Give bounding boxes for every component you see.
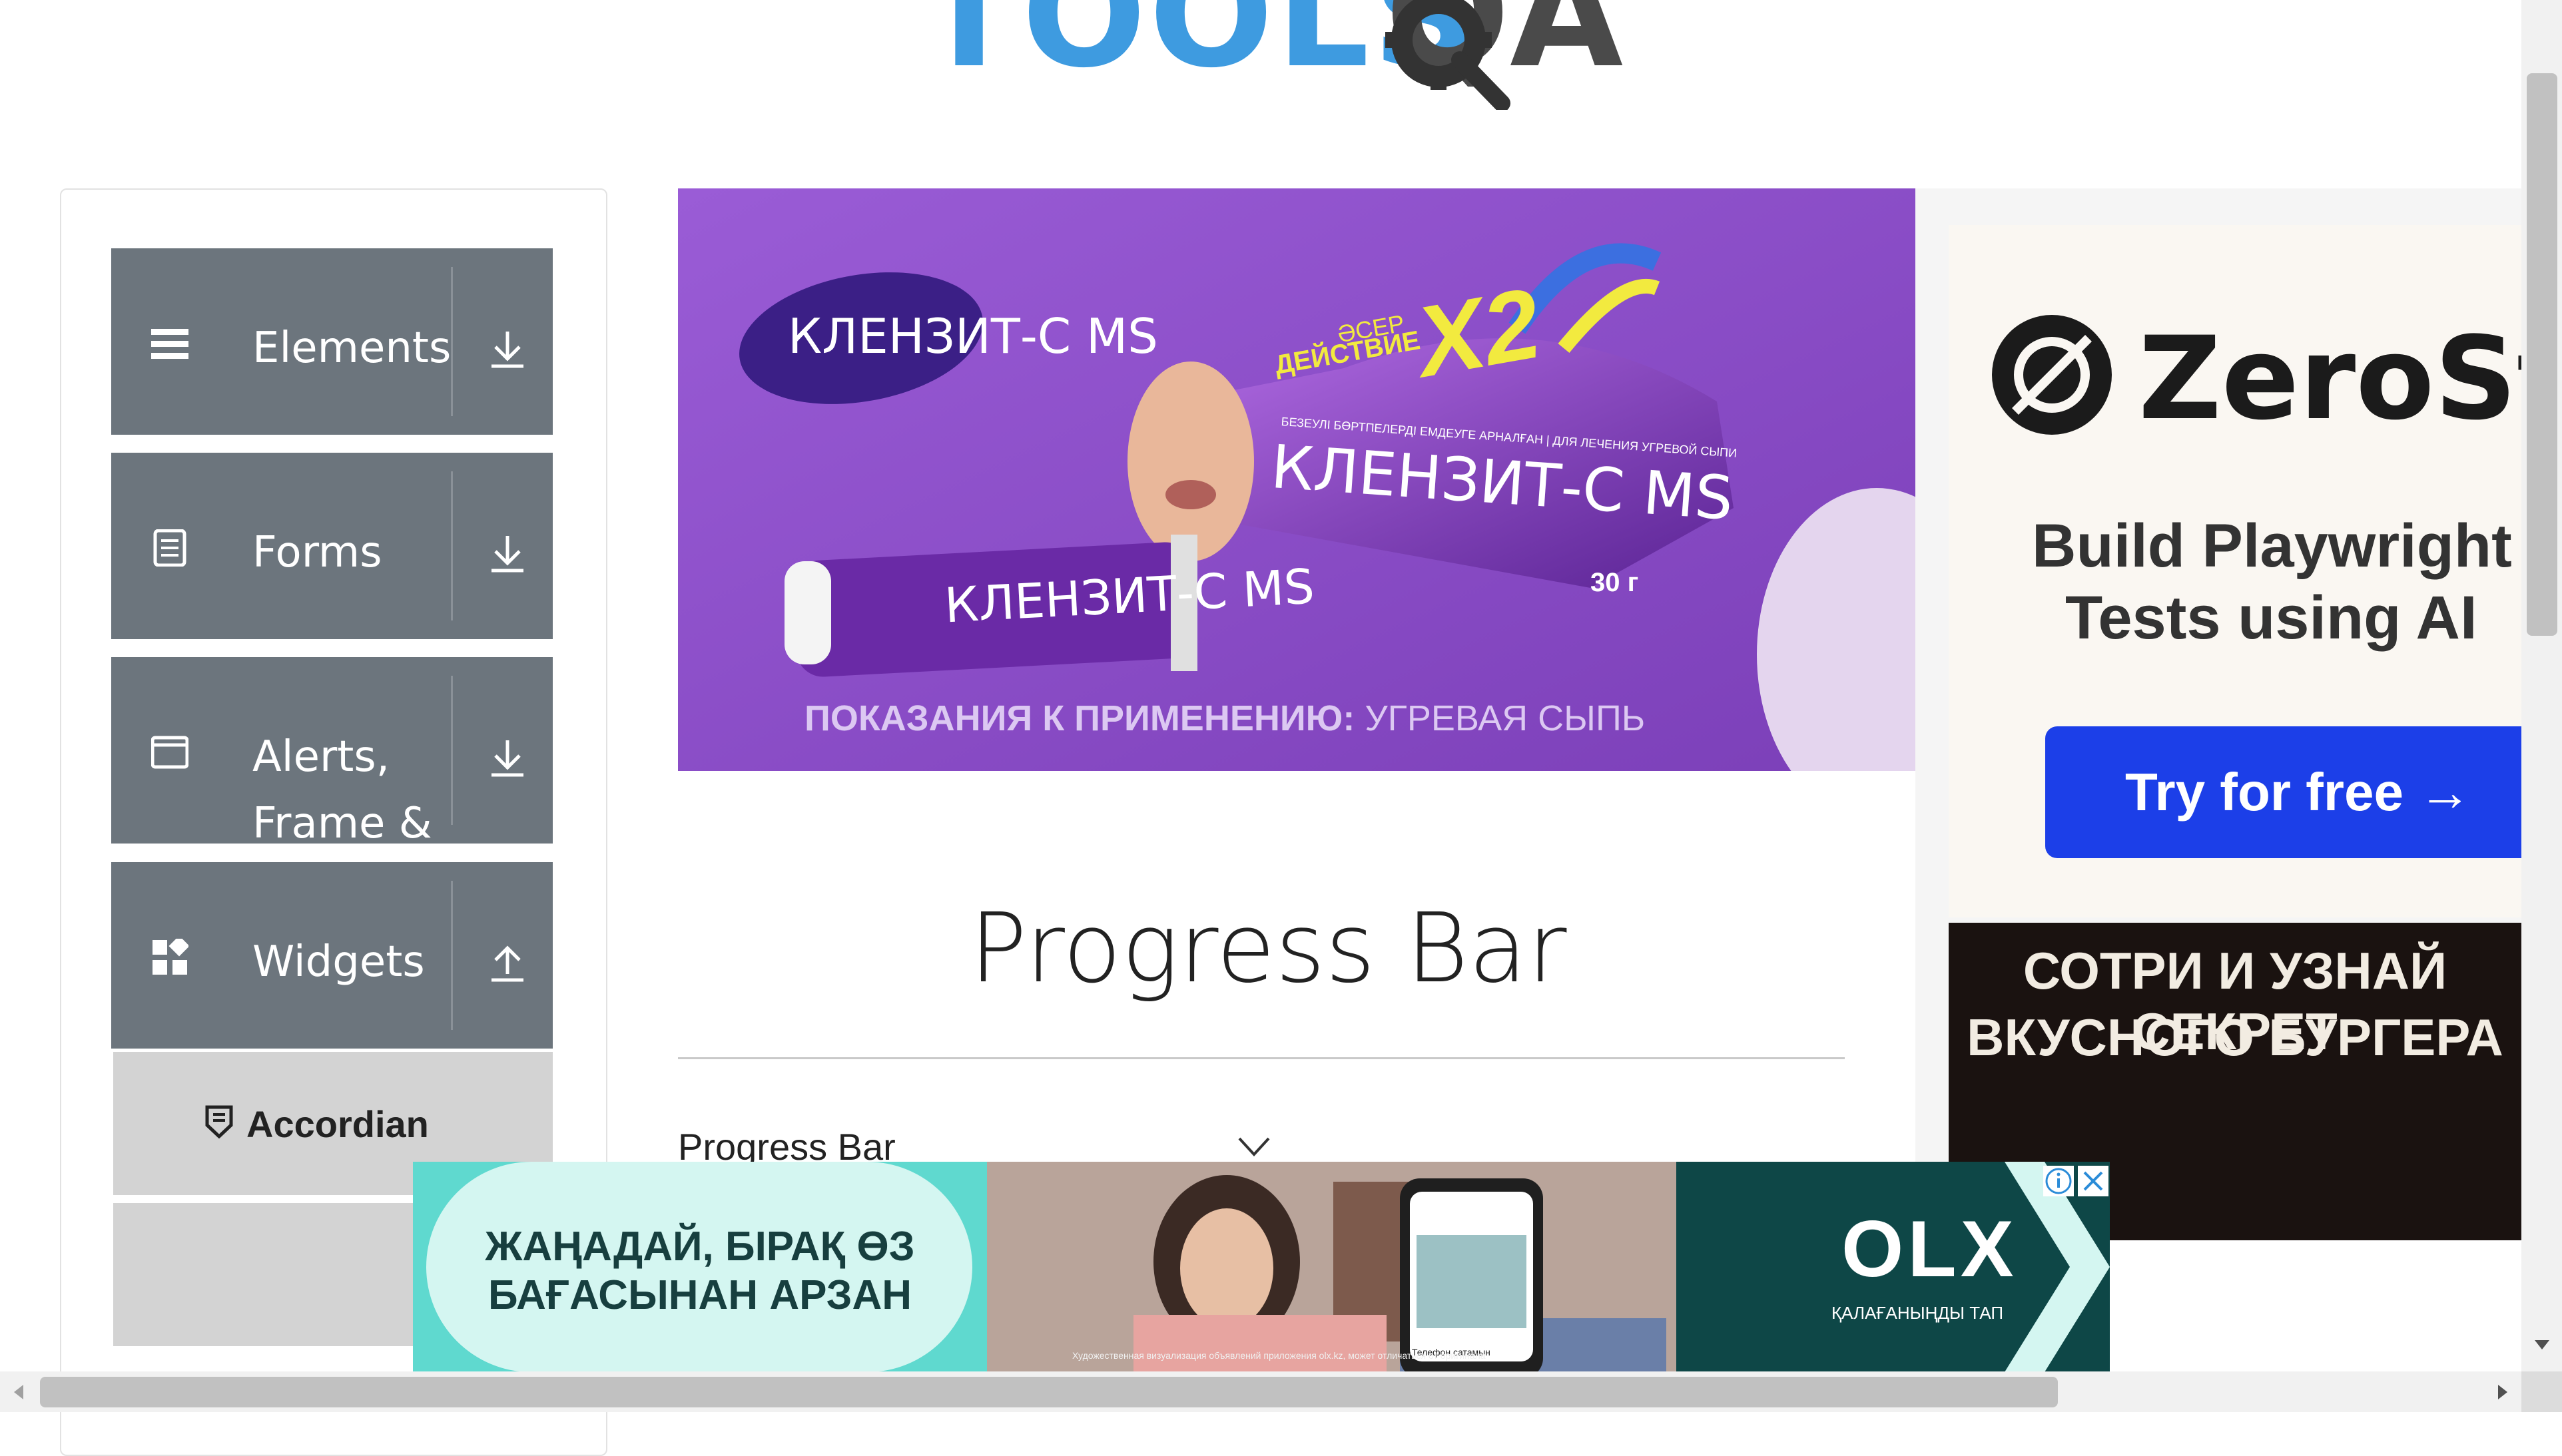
olx-headline-1: ЖАҢАДАЙ, БІРАҚ ӨЗ [485,1224,915,1270]
burger-banner-line-2: ВКУСНОГО БУРГЕРА [1967,1008,2503,1067]
olx-logo: OLX [1841,1204,2018,1294]
widgets-icon [153,939,188,975]
zerostep-headline-1: Build Playwright [2032,512,2512,580]
chevron-down-icon [1238,1137,1270,1156]
ad-indications-rest: УГРЕВАЯ СЫПЬ [1365,698,1646,738]
scroll-down-icon[interactable] [2533,1338,2551,1351]
divider [451,267,453,416]
ad-indications: ПОКАЗАНИЯ К ПРИМЕНЕНИЮ: УГРЕВАЯ СЫПЬ [804,698,1645,739]
olx-tagline: ҚАЛАҒАНЫҢДЫ ТАП [1831,1303,2004,1323]
ad-brand: КЛЕНЗИТ-С MS [788,308,1158,364]
zerostep-logo-icon [1992,315,2112,435]
shield-icon [205,1105,233,1138]
sidebar-item-label: Accordian [246,1103,429,1145]
gear-icon [1385,0,1510,110]
divider [451,471,453,620]
page-title: Progress Bar [969,892,1567,1004]
toolsqa-logo[interactable]: TOOLS QA [919,0,1652,113]
divider [451,881,453,1030]
horizontal-scrollbar[interactable] [0,1371,2521,1412]
window-icon [151,736,188,769]
document-icon [153,529,186,567]
download-arrow-icon[interactable] [487,533,527,574]
upload-arrow-icon[interactable] [487,942,527,983]
bottom-advertisement[interactable]: ЖАҢАДАЙ, БІРАҚ ӨЗ БАҒАСЫНАН АРЗАН Телефо… [413,1162,2110,1372]
scroll-left-icon[interactable] [12,1383,25,1401]
divider [678,1057,1845,1059]
scrollbar-corner [2521,1371,2562,1412]
scroll-right-icon[interactable] [2496,1383,2509,1401]
try-for-free-button[interactable]: Try for free → [2045,726,2521,858]
ad-indications-bold: ПОКАЗАНИЯ К ПРИМЕНЕНИЮ: [804,698,1355,738]
zerostep-brand: ZeroStep [2138,312,2521,445]
olx-photo-art [987,1162,1676,1372]
zerostep-headline-2: Tests using AI [2065,584,2477,652]
hamburger-icon [151,329,188,359]
ad-weight: 30 г [1590,568,1639,597]
vertical-scrollbar[interactable] [2521,0,2562,1371]
download-arrow-icon[interactable] [487,737,527,778]
hero-advertisement[interactable]: КЛЕНЗИТ-С MS ӘСЕР ДЕЙСТВИЕ X2 БЕЗЕУЛІ БӨ… [678,188,1915,771]
horizontal-scroll-thumb[interactable] [40,1377,2058,1407]
info-icon[interactable] [2043,1166,2074,1196]
download-arrow-icon[interactable] [487,328,527,369]
sidebar-group-alerts[interactable]: Alerts, Frame & Windows [111,657,553,915]
close-icon[interactable] [2078,1166,2108,1196]
sidebar-group-elements[interactable]: Elements [111,248,553,435]
divider [451,676,453,825]
sidebar-group-label: Forms [252,528,382,577]
vertical-scroll-thumb[interactable] [2527,73,2557,636]
ad-badge-mult: X2 [1408,266,1548,398]
sidebar-group-label: Widgets [252,937,425,987]
sidebar-group-forms[interactable]: Forms [111,453,553,639]
side-advertisement[interactable]: ZeroStep Build Playwright Tests using AI… [1915,188,2521,1240]
olx-headline-2: БАҒАСЫНАН АРЗАН [487,1272,912,1318]
sidebar-group-widgets[interactable]: Widgets [111,862,553,1049]
olx-disclaimer: Художественная визуализация объявлений п… [1072,1350,1486,1361]
sidebar-group-label: Elements [252,324,452,373]
